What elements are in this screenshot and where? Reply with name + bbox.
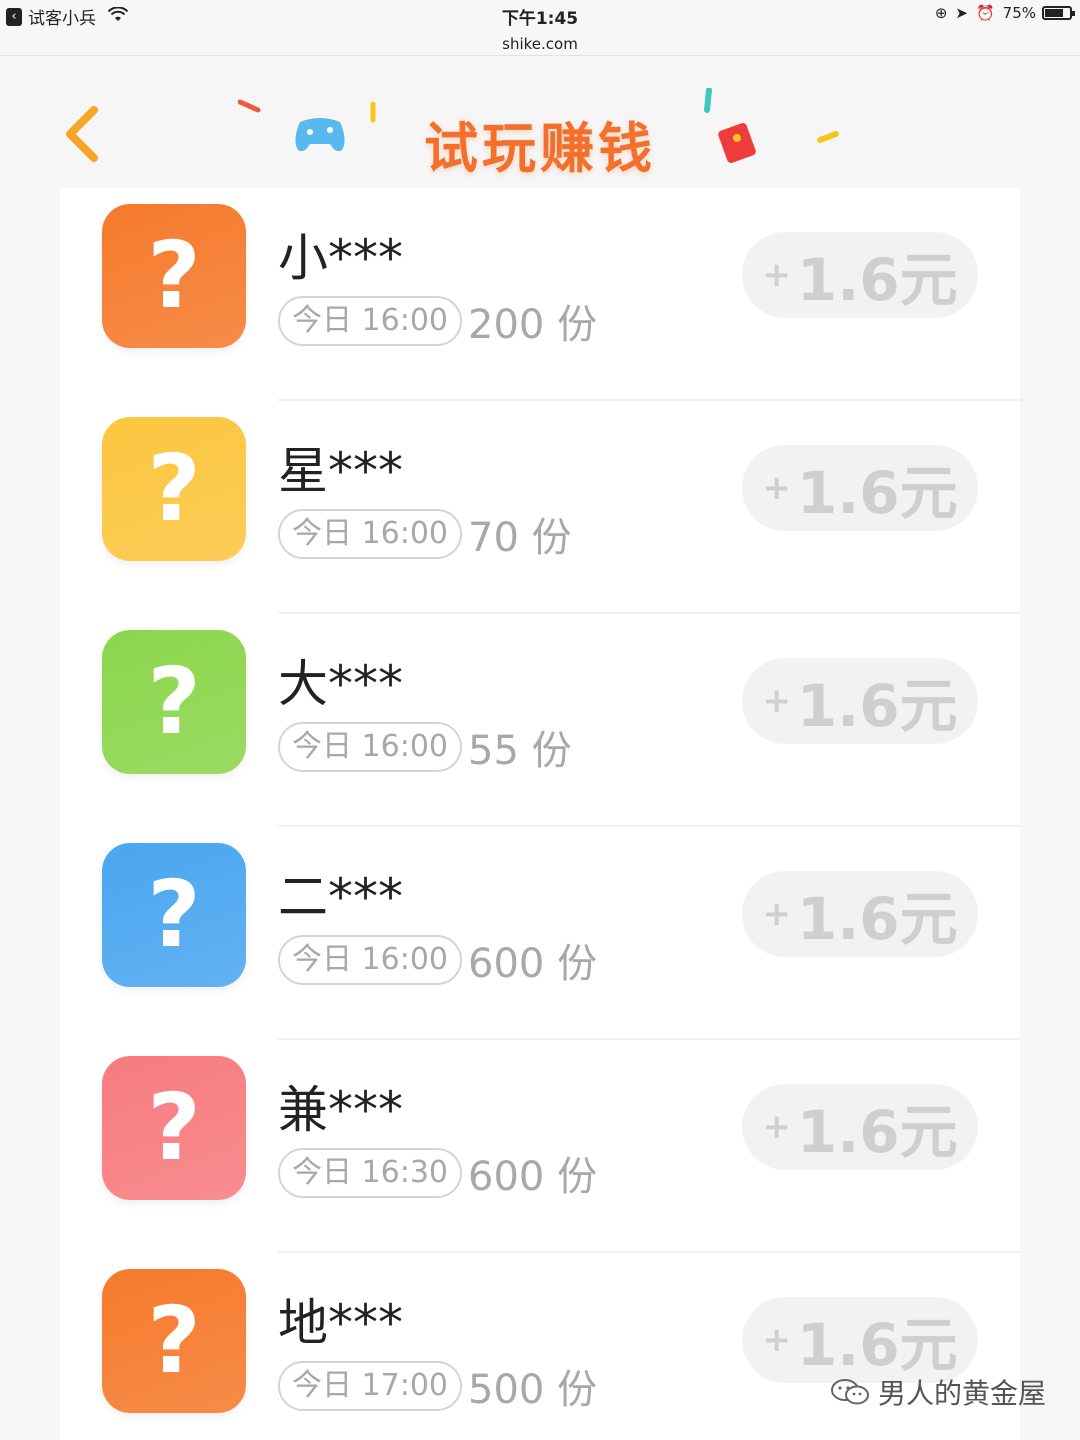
task-name: 兼*** — [278, 1081, 403, 1139]
reward-amount: 1.6元 — [796, 1311, 958, 1379]
reward-amount: 1.6元 — [796, 885, 958, 953]
task-row[interactable]: ? 星*** 今日 16:00 70 份 +1.6元 — [60, 401, 1020, 614]
wechat-icon — [830, 1379, 869, 1405]
reward-plus: + — [762, 255, 791, 295]
question-mark-icon: ? — [147, 1074, 201, 1181]
reward-button[interactable]: +1.6元 — [742, 1084, 978, 1170]
watermark: 男人的黄金屋 — [830, 1372, 1046, 1412]
reward-plus: + — [762, 894, 791, 934]
alarm-icon: ⏰ — [975, 4, 995, 22]
watermark-text: 男人的黄金屋 — [877, 1377, 1046, 1410]
reward-button[interactable]: +1.6元 — [742, 232, 978, 318]
task-row[interactable]: ? 小*** 今日 16:00 200 份 +1.6元 — [60, 188, 1020, 401]
task-row[interactable]: ? 大*** 今日 16:00 55 份 +1.6元 — [60, 614, 1020, 827]
app-icon: ? — [102, 204, 246, 348]
reward-button[interactable]: +1.6元 — [742, 658, 978, 744]
app-icon: ? — [102, 417, 246, 561]
task-name: 二*** — [278, 868, 403, 926]
task-time-badge: 今日 16:30 — [278, 1148, 462, 1198]
reward-amount: 1.6元 — [796, 1098, 958, 1166]
task-quantity: 600 份 — [468, 1154, 598, 1200]
reward-plus: + — [762, 681, 791, 721]
rotation-lock-icon: ⊕ — [934, 4, 948, 22]
question-mark-icon: ? — [147, 648, 201, 755]
header: 试玩赚钱 — [0, 60, 1080, 188]
task-time-badge: 今日 16:00 — [278, 296, 462, 346]
battery-percent: 75% — [1002, 4, 1036, 22]
task-quantity: 600 份 — [468, 941, 598, 987]
task-quantity: 55 份 — [468, 728, 572, 774]
status-bar: ‹ 试客小兵 下午1:45 shike.com ⊕ ➤ ⏰ 75% — [0, 0, 1080, 56]
task-name: 地*** — [278, 1294, 403, 1352]
question-mark-icon: ? — [147, 861, 201, 968]
status-time: 下午1:45 — [501, 9, 579, 29]
task-row[interactable]: ? 兼*** 今日 16:30 600 份 +1.6元 — [60, 1040, 1020, 1253]
question-mark-icon: ? — [147, 222, 201, 329]
task-time-badge: 今日 17:00 — [278, 1361, 462, 1411]
reward-amount: 1.6元 — [796, 246, 958, 314]
reward-button[interactable]: +1.6元 — [742, 1297, 978, 1383]
reward-button[interactable]: +1.6元 — [742, 871, 978, 957]
battery-icon — [1042, 6, 1075, 20]
reward-amount: 1.6元 — [796, 459, 958, 527]
location-icon: ➤ — [955, 4, 968, 22]
reward-plus: + — [762, 468, 791, 508]
task-time-badge: 今日 16:00 — [278, 509, 462, 559]
task-time-badge: 今日 16:00 — [278, 935, 462, 985]
reward-button[interactable]: +1.6元 — [742, 445, 978, 531]
task-row[interactable]: ? 二*** 今日 16:00 600 份 +1.6元 — [60, 827, 1020, 1040]
task-time-badge: 今日 16:00 — [278, 722, 462, 772]
task-quantity: 70 份 — [468, 515, 572, 561]
question-mark-icon: ? — [147, 1287, 201, 1394]
app-icon: ? — [102, 1056, 246, 1200]
app-icon: ? — [102, 843, 246, 987]
task-name: 星*** — [278, 442, 403, 500]
app-icon: ? — [102, 1269, 246, 1413]
question-mark-icon: ? — [147, 435, 201, 542]
page-title: 试玩赚钱 — [424, 117, 656, 180]
task-quantity: 200 份 — [468, 302, 598, 348]
app-icon: ? — [102, 630, 246, 774]
reward-plus: + — [762, 1107, 791, 1147]
task-name: 大*** — [278, 655, 403, 713]
task-quantity: 500 份 — [468, 1367, 598, 1413]
reward-amount: 1.6元 — [796, 672, 958, 740]
task-name: 小*** — [278, 229, 403, 287]
reward-plus: + — [762, 1320, 791, 1360]
task-list: ? 小*** 今日 16:00 200 份 +1.6元? 星*** 今日 16:00 70 份… — [60, 188, 1020, 1440]
page-url: shike.com — [502, 35, 578, 53]
